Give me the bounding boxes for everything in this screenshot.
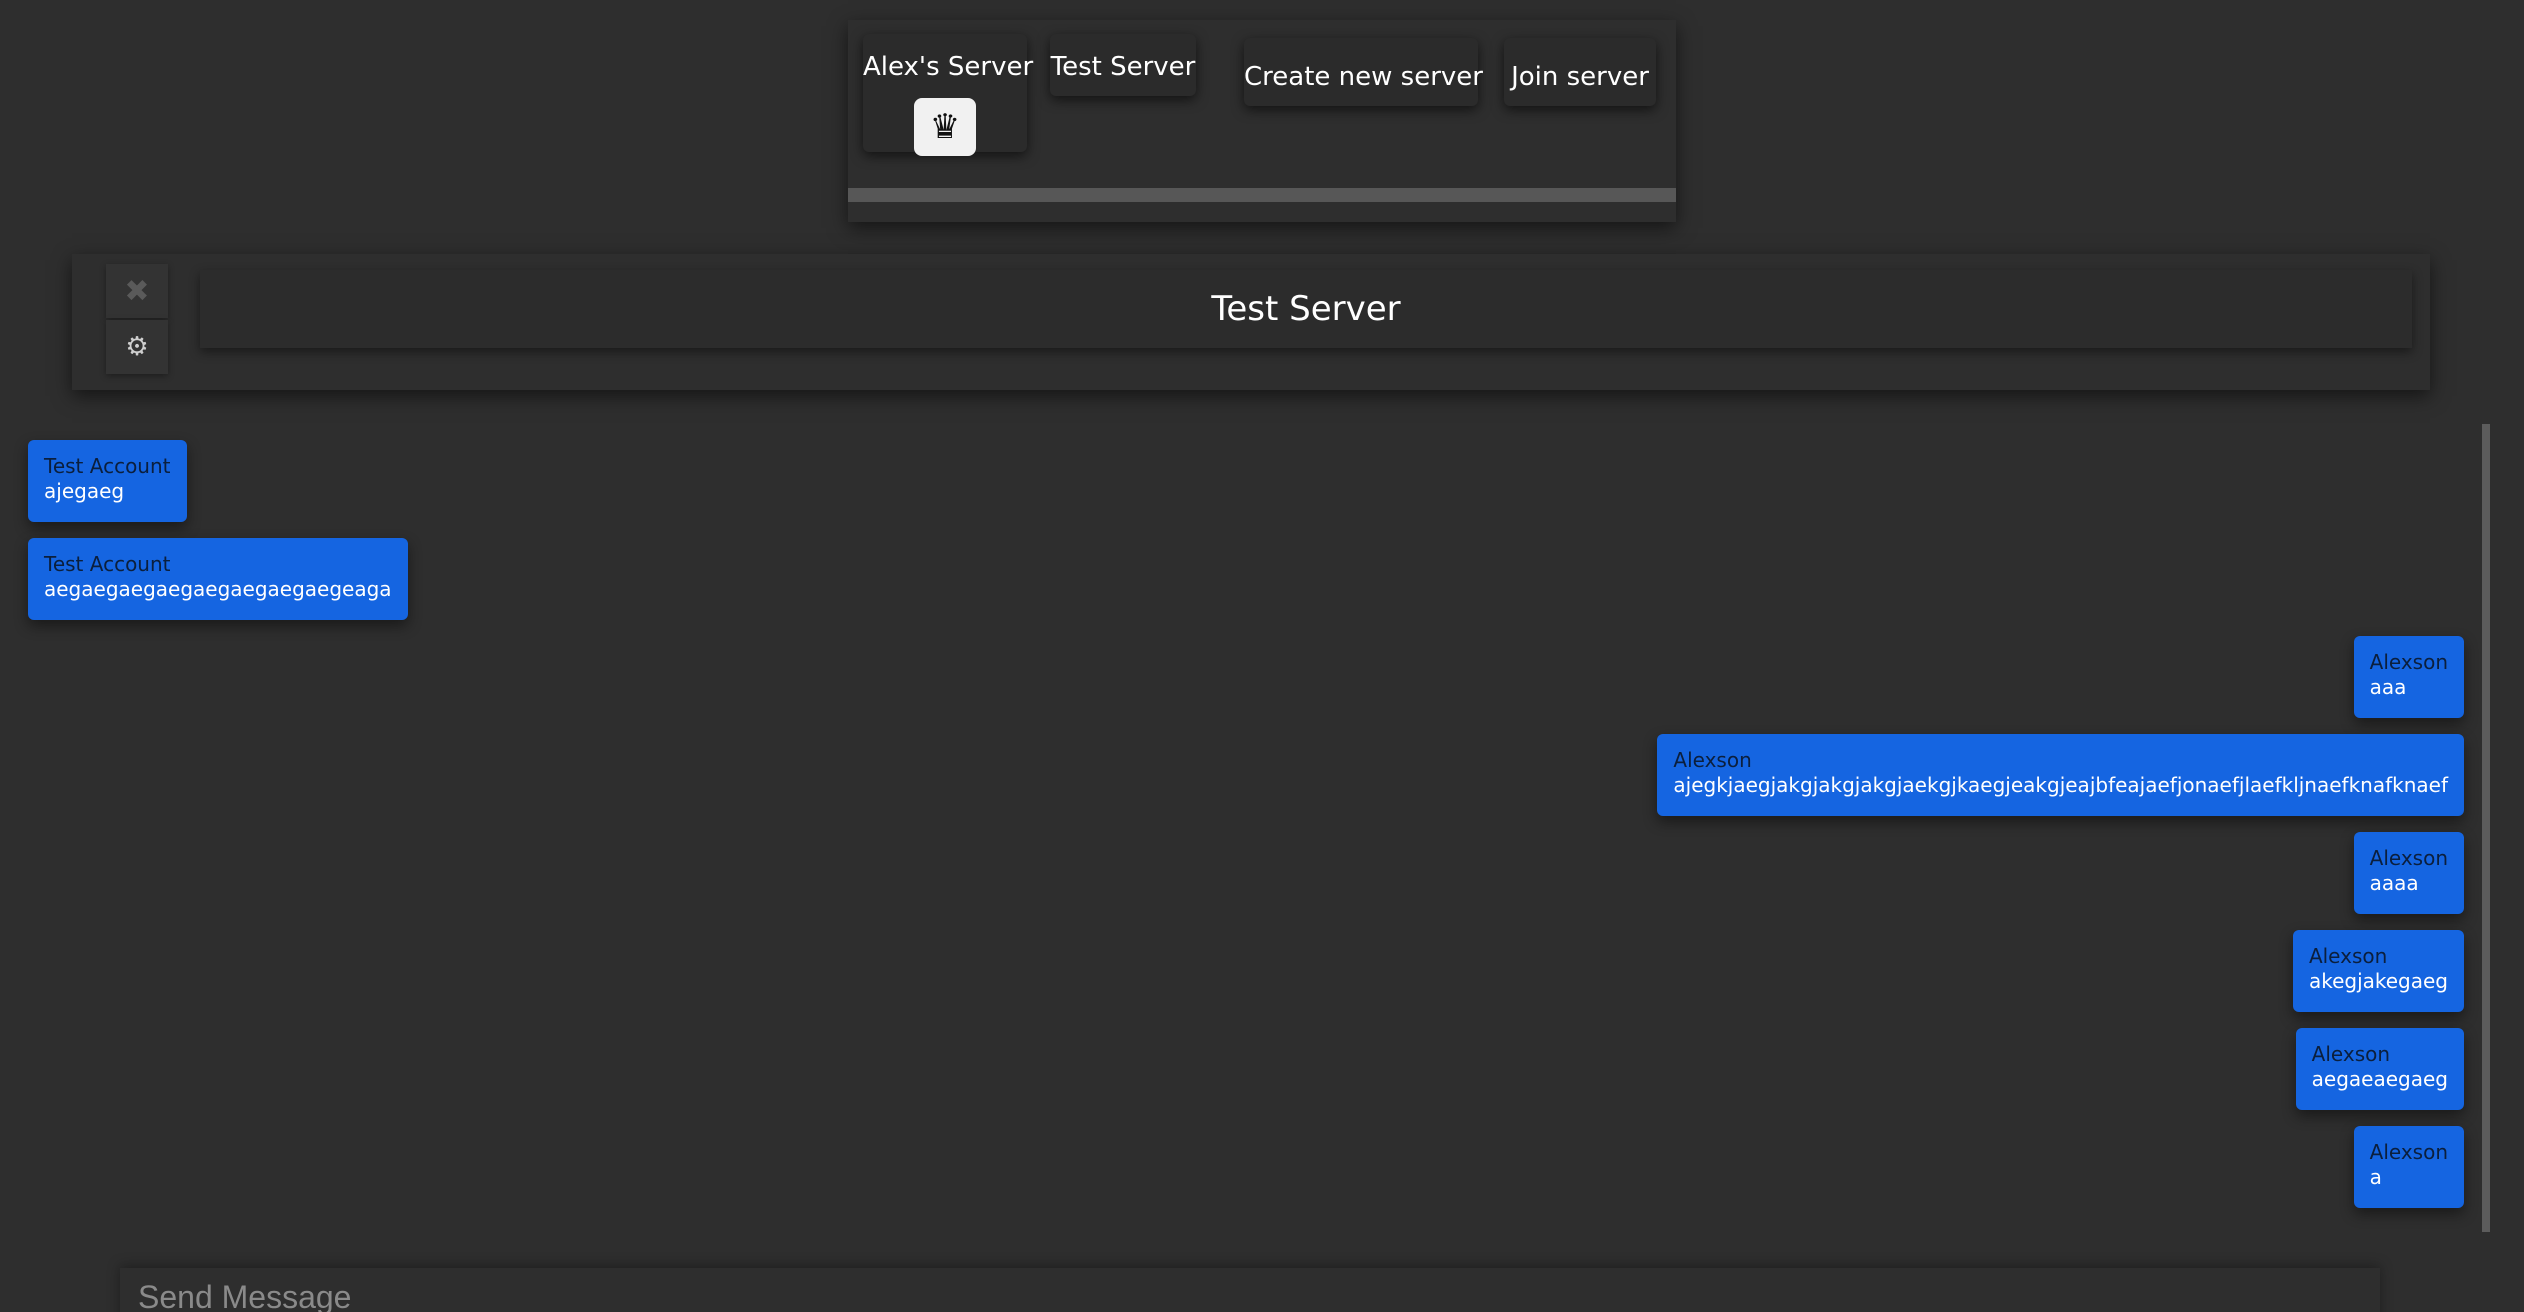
message-input[interactable] (136, 1276, 2340, 1312)
message-author: Test Account (44, 454, 171, 478)
server-tile-alexs-server[interactable]: Alex's Server ♛ (863, 34, 1034, 156)
message-text: ajegaeg (44, 479, 125, 503)
message-text: aaa (2369, 675, 2407, 699)
server-title: Test Server (200, 270, 2412, 348)
server-tile-label: Test Server (1050, 52, 1196, 82)
message-author: Alexson (1673, 748, 1752, 772)
create-server-button[interactable]: Create new server (1244, 38, 1483, 106)
message-text: aegaegaegaegaegaegaegaegeaga (44, 577, 392, 601)
message-composer (120, 1268, 2380, 1312)
message-list-scrollbar[interactable] (2482, 424, 2490, 1232)
gear-icon[interactable]: ⚙ (106, 320, 168, 374)
message-list: Test Account ajegaeg Test Account aegaeg… (0, 424, 2490, 1232)
message-text: ajegkjaegjakgjakgjakgjaekgjkaegjeakgjeaj… (1673, 773, 2448, 797)
message-text: a (2369, 1165, 2382, 1189)
server-bar-scrollbar[interactable] (848, 188, 1676, 202)
message-bubble: Alexson aegaeaegaeg (2295, 1028, 2464, 1110)
join-server-button[interactable]: Join server (1504, 38, 1656, 106)
join-server-label: Join server (1511, 62, 1649, 92)
message-bubble: Alexson aaa (2353, 636, 2464, 718)
message-author: Alexson (2369, 1140, 2448, 1164)
message-bubble: Test Account aegaegaegaegaegaegaegaegeag… (28, 538, 408, 620)
message-author: Alexson (2308, 944, 2388, 968)
message-author: Alexson (2369, 650, 2448, 674)
message-author: Alexson (2311, 1042, 2391, 1066)
message-text: akegjakegaeg (2308, 969, 2448, 993)
message-text: aegaeaegaeg (2311, 1067, 2448, 1091)
chat-app: Alex's Server ♛ Test Server Create new s… (0, 0, 2524, 1312)
server-tile-test-server[interactable]: Test Server (1050, 34, 1196, 96)
server-bar: Alex's Server ♛ Test Server Create new s… (848, 20, 1676, 222)
create-server-label: Create new server (1244, 62, 1483, 92)
channel-header: ✖ ⚙ Test Server (72, 254, 2430, 390)
message-text: aaaa (2369, 871, 2419, 895)
message-bubble: Alexson a (2353, 1126, 2464, 1208)
message-bubble: Alexson ajegkjaegjakgjakgjakgjaekgjkaegj… (1657, 734, 2464, 816)
message-bubble: Test Account ajegaeg (28, 440, 187, 522)
crown-icon: ♛ (914, 98, 976, 156)
server-tile-label: Alex's Server (863, 52, 1034, 82)
message-bubble: Alexson akegjakegaeg (2292, 930, 2464, 1012)
close-icon[interactable]: ✖ (106, 264, 168, 318)
message-bubble: Alexson aaaa (2353, 832, 2464, 914)
message-author: Test Account (44, 552, 171, 576)
message-author: Alexson (2369, 846, 2448, 870)
